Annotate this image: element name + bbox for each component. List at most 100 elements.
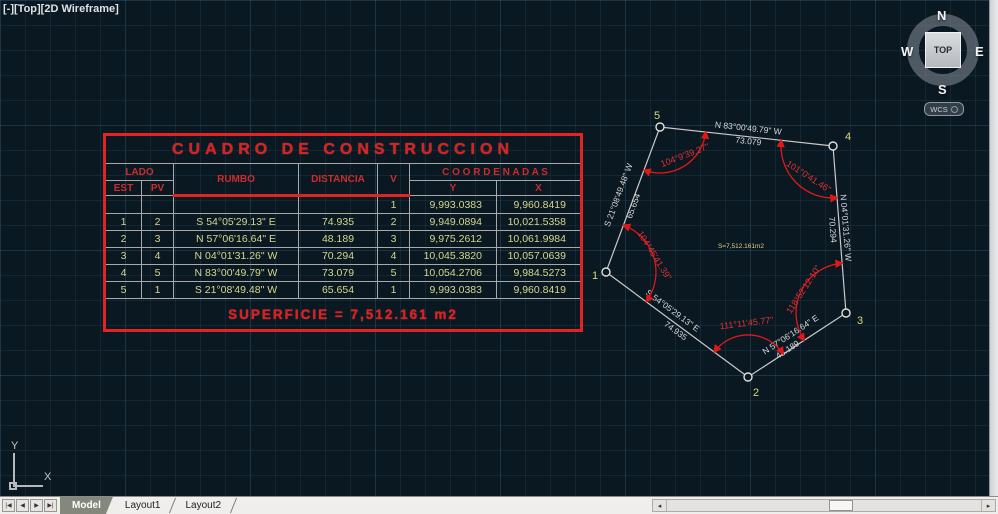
cell-pv: 1 bbox=[142, 282, 174, 299]
vertex-4-marker[interactable] bbox=[829, 142, 837, 150]
table-row: 2 3 N 57°06'16.64" E 48.189 3 9,975.2612… bbox=[105, 231, 582, 248]
table-row: 3 4 N 04°01'31.26" W 70.294 4 10,045.382… bbox=[105, 248, 582, 265]
viewcube-top-face-button[interactable]: TOP bbox=[925, 32, 961, 68]
cell-v: 3 bbox=[378, 231, 410, 248]
cell-x: 10,061.9984 bbox=[497, 231, 582, 248]
cell-distancia: 65.654 bbox=[299, 282, 378, 299]
cell-v: 4 bbox=[378, 248, 410, 265]
wcs-label: WCS bbox=[930, 105, 948, 114]
cell-est: 5 bbox=[105, 282, 142, 299]
header-lado: LADO bbox=[105, 164, 174, 181]
angle-v3-label: 118°52'12.10" bbox=[784, 263, 823, 315]
vertex-4-label: 4 bbox=[845, 131, 851, 143]
wcs-dropdown-icon bbox=[951, 106, 958, 113]
status-bar: |◀ ◀ ▶ ▶| Model Layout1 Layout2 ◂ ▸ bbox=[0, 496, 998, 514]
cell-distancia: 74.935 bbox=[299, 214, 378, 231]
cell-est: 3 bbox=[105, 248, 142, 265]
cell-y: 9,949.0894 bbox=[410, 214, 497, 231]
table-row: 5 1 S 21°08'49.48" W 65.654 1 9,993.0383… bbox=[105, 282, 582, 299]
viewport-view-control[interactable]: [Top] bbox=[14, 3, 41, 15]
angle-v1-label: 104°45'41.39" bbox=[635, 229, 673, 282]
vertex-2-marker[interactable] bbox=[744, 373, 752, 381]
tab-layout2[interactable]: Layout2 bbox=[173, 497, 233, 514]
viewcube-west[interactable]: W bbox=[901, 44, 913, 59]
cell-pv: 2 bbox=[142, 214, 174, 231]
layout-tab-nav-buttons: |◀ ◀ ▶ ▶| bbox=[2, 499, 57, 512]
header-distancia: DISTANCIA bbox=[299, 164, 378, 196]
model-space-canvas[interactable]: [-][Top][2D Wireframe] bbox=[0, 0, 989, 496]
cell-x: 9,960.8419 bbox=[497, 282, 582, 299]
last-tab-button[interactable]: ▶| bbox=[44, 499, 57, 512]
viewport-visual-style-control[interactable]: [2D Wireframe] bbox=[41, 3, 119, 15]
table-row: 4 5 N 83°00'49.79" W 73.079 5 10,054.270… bbox=[105, 265, 582, 282]
ucs-icon: Y X bbox=[4, 440, 64, 494]
cell-y: 9,993.0383 bbox=[410, 282, 497, 299]
cell-v: 2 bbox=[378, 214, 410, 231]
next-tab-button[interactable]: ▶ bbox=[30, 499, 43, 512]
construction-table[interactable]: CUADRO DE CONSTRUCCION LADO RUMBO DISTAN… bbox=[103, 133, 583, 332]
viewcube-east[interactable]: E bbox=[975, 44, 984, 59]
header-est: EST bbox=[105, 181, 142, 196]
scroll-left-arrow[interactable]: ◂ bbox=[653, 500, 667, 511]
vertical-scrollbar[interactable] bbox=[989, 0, 998, 496]
viewcube-north[interactable]: N bbox=[937, 8, 946, 23]
vertex-markers bbox=[602, 123, 850, 381]
edge-5-1-distance: 65.654 bbox=[624, 192, 643, 220]
cell-distancia: 73.079 bbox=[299, 265, 378, 282]
angle-v4-label: 101°0'41.46" bbox=[784, 158, 832, 194]
viewcube-south[interactable]: S bbox=[938, 82, 947, 97]
cell-est: 4 bbox=[105, 265, 142, 282]
area-centroid-label: S=7,512.161m2 bbox=[718, 243, 764, 250]
autocad-window: [-][Top][2D Wireframe] bbox=[0, 0, 998, 514]
cell-y: 9,975.2612 bbox=[410, 231, 497, 248]
scroll-right-arrow[interactable]: ▸ bbox=[981, 500, 995, 511]
ucs-origin-box bbox=[9, 482, 17, 490]
cell-est: 1 bbox=[105, 214, 142, 231]
cell-x: 10,021.5358 bbox=[497, 214, 582, 231]
polygon-boundary[interactable] bbox=[606, 127, 846, 377]
cell-pv: 4 bbox=[142, 248, 174, 265]
cell-x: 9,984.5273 bbox=[497, 265, 582, 282]
vertex-3-marker[interactable] bbox=[842, 309, 850, 317]
layout-tabs: Model Layout1 Layout2 bbox=[60, 497, 234, 514]
cell-y: 10,045.3820 bbox=[410, 248, 497, 265]
cell-est bbox=[105, 196, 142, 214]
cell-pv: 5 bbox=[142, 265, 174, 282]
horizontal-scrollbar[interactable]: ◂ ▸ bbox=[652, 499, 996, 512]
wcs-dropdown-button[interactable]: WCS bbox=[924, 102, 964, 116]
superficie-label: SUPERFICIE = 7,512.161 m2 bbox=[105, 299, 582, 331]
viewport-minimize-control[interactable]: [-] bbox=[3, 3, 14, 15]
prev-tab-button[interactable]: ◀ bbox=[16, 499, 29, 512]
viewport-controls: [-][Top][2D Wireframe] bbox=[3, 3, 119, 15]
vertex-5-marker[interactable] bbox=[656, 123, 664, 131]
viewcube: N S W E TOP WCS bbox=[899, 6, 989, 116]
tab-model[interactable]: Model bbox=[60, 497, 113, 514]
header-y: Y bbox=[410, 181, 497, 196]
cell-rumbo: N 83°00'49.79" W bbox=[174, 265, 299, 282]
tab-layout1[interactable]: Layout1 bbox=[113, 497, 173, 514]
header-coordenadas: C O O R D E N A D A S bbox=[410, 164, 582, 181]
header-pv: PV bbox=[142, 181, 174, 196]
cell-x: 9,960.8419 bbox=[497, 196, 582, 214]
edge-3-4-distance: 70.294 bbox=[827, 216, 839, 243]
cell-pv: 3 bbox=[142, 231, 174, 248]
horizontal-scrollbar-thumb[interactable] bbox=[829, 500, 853, 511]
cell-v: 1 bbox=[378, 196, 410, 214]
cell-pv bbox=[142, 196, 174, 214]
first-tab-button[interactable]: |◀ bbox=[2, 499, 15, 512]
vertex-1-label: 1 bbox=[592, 270, 598, 282]
cell-rumbo: N 57°06'16.64" E bbox=[174, 231, 299, 248]
edge-4-5-distance: 73.079 bbox=[735, 135, 762, 148]
cell-distancia: 70.294 bbox=[299, 248, 378, 265]
ucs-y-axis-label: Y bbox=[11, 440, 18, 452]
vertex-3-label: 3 bbox=[857, 315, 863, 327]
ucs-x-axis-line bbox=[13, 485, 43, 487]
ucs-x-axis-label: X bbox=[44, 471, 51, 483]
vertex-labels: 1 2 3 4 5 bbox=[592, 110, 863, 399]
cell-rumbo bbox=[174, 196, 299, 214]
cell-distancia: 48.189 bbox=[299, 231, 378, 248]
cell-y: 9,993.0383 bbox=[410, 196, 497, 214]
vertex-1-marker[interactable] bbox=[602, 268, 610, 276]
header-x: X bbox=[497, 181, 582, 196]
table-row: 1 2 S 54°05'29.13" E 74.935 2 9,949.0894… bbox=[105, 214, 582, 231]
